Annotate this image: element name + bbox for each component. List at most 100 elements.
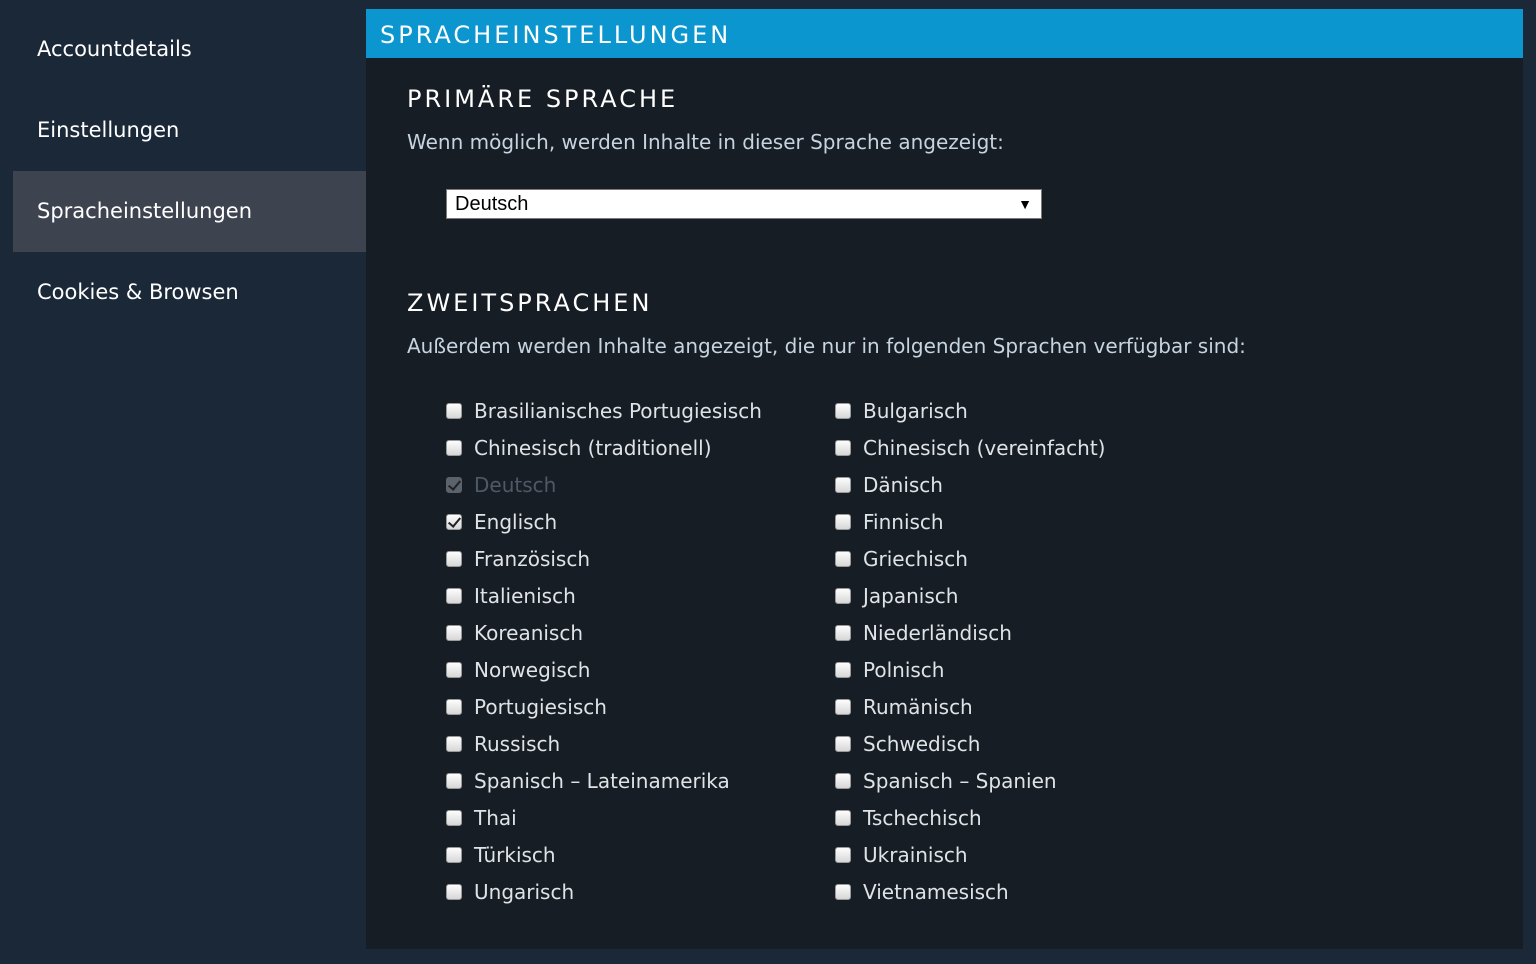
checkbox-icon[interactable] — [835, 698, 851, 715]
language-checkbox-row[interactable]: Dänisch — [835, 466, 1105, 503]
secondary-languages-left-column: Brasilianisches Portugiesisch Chinesisch … — [446, 392, 762, 910]
checkbox-icon[interactable] — [835, 476, 851, 493]
language-checkbox-row[interactable]: Thai — [446, 799, 762, 836]
checkbox-icon[interactable] — [446, 772, 462, 789]
language-label: Portugiesisch — [474, 694, 607, 719]
language-label: Spanisch – Lateinamerika — [474, 768, 730, 793]
checkbox-icon[interactable] — [446, 439, 462, 456]
language-checkbox-row[interactable]: Russisch — [446, 725, 762, 762]
checkbox-icon[interactable] — [446, 809, 462, 826]
language-checkbox-row[interactable]: Tschechisch — [835, 799, 1105, 836]
language-checkbox-row[interactable]: Ukrainisch — [835, 836, 1105, 873]
primary-language-description: Wenn möglich, werden Inhalte in dieser S… — [407, 130, 1004, 154]
language-label: Niederländisch — [863, 620, 1012, 645]
sidebar-item-einstellungen[interactable]: Einstellungen — [13, 90, 366, 171]
language-label: Dänisch — [863, 472, 943, 497]
checkbox-icon[interactable] — [446, 550, 462, 567]
language-checkbox-row[interactable]: Bulgarisch — [835, 392, 1105, 429]
language-checkbox-row[interactable]: Chinesisch (vereinfacht) — [835, 429, 1105, 466]
checkbox-icon[interactable] — [835, 624, 851, 641]
language-label: Schwedisch — [863, 731, 981, 756]
secondary-languages-right-column: Bulgarisch Chinesisch (vereinfacht) Dänisc… — [835, 392, 1105, 910]
language-label: Deutsch — [474, 472, 557, 497]
language-checkbox-row[interactable]: Türkisch — [446, 836, 762, 873]
language-checkbox-row[interactable]: Norwegisch — [446, 651, 762, 688]
language-checkbox-row[interactable]: Spanisch – Spanien — [835, 762, 1105, 799]
language-label: Italienisch — [474, 583, 576, 608]
language-label: Griechisch — [863, 546, 968, 571]
language-label: Japanisch — [863, 583, 959, 608]
language-checkbox-row: Deutsch — [446, 466, 762, 503]
checkbox-icon[interactable] — [446, 735, 462, 752]
primary-language-title: PRIMÄRE SPRACHE — [407, 85, 679, 113]
language-checkbox-row[interactable]: Vietnamesisch — [835, 873, 1105, 910]
language-label: Ukrainisch — [863, 842, 968, 867]
language-label: Thai — [474, 805, 517, 830]
sidebar-item-spracheinstellungen[interactable]: Spracheinstellungen — [13, 171, 366, 252]
language-settings-panel: SPRACHEINSTELLUNGEN PRIMÄRE SPRACHE Wenn… — [366, 9, 1523, 949]
language-checkbox-row[interactable]: Koreanisch — [446, 614, 762, 651]
language-label: Russisch — [474, 731, 561, 756]
primary-language-select[interactable]: Deutsch ▼ — [446, 189, 1042, 219]
checkbox-checked-icon[interactable] — [446, 513, 462, 530]
sidebar-item-cookies-browsen[interactable]: Cookies & Browsen — [13, 252, 366, 333]
checkbox-icon[interactable] — [835, 883, 851, 900]
language-checkbox-row[interactable]: Griechisch — [835, 540, 1105, 577]
secondary-languages-description: Außerdem werden Inhalte angezeigt, die n… — [407, 334, 1246, 358]
checkbox-icon[interactable] — [446, 846, 462, 863]
language-checkbox-row[interactable]: Chinesisch (traditionell) — [446, 429, 762, 466]
language-label: Spanisch – Spanien — [863, 768, 1057, 793]
checkbox-icon[interactable] — [835, 735, 851, 752]
language-label: Französisch — [474, 546, 591, 571]
checkbox-icon[interactable] — [446, 883, 462, 900]
language-label: Brasilianisches Portugiesisch — [474, 398, 762, 423]
checkbox-icon[interactable] — [446, 624, 462, 641]
checkbox-icon[interactable] — [835, 587, 851, 604]
dropdown-arrow-icon: ▼ — [1018, 196, 1032, 212]
language-label: Finnisch — [863, 509, 944, 534]
checkbox-checked-icon — [446, 476, 462, 493]
language-checkbox-row[interactable]: Englisch — [446, 503, 762, 540]
language-checkbox-row[interactable]: Spanisch – Lateinamerika — [446, 762, 762, 799]
language-label: Chinesisch (vereinfacht) — [863, 435, 1106, 460]
checkbox-icon[interactable] — [835, 550, 851, 567]
primary-language-selected-value: Deutsch — [455, 193, 529, 215]
checkbox-icon[interactable] — [835, 772, 851, 789]
checkbox-icon[interactable] — [835, 846, 851, 863]
checkbox-icon[interactable] — [446, 698, 462, 715]
language-checkbox-row[interactable]: Brasilianisches Portugiesisch — [446, 392, 762, 429]
panel-title: SPRACHEINSTELLUNGEN — [366, 9, 1523, 58]
checkbox-icon[interactable] — [835, 402, 851, 419]
checkbox-icon[interactable] — [835, 439, 851, 456]
secondary-languages-title: ZWEITSPRACHEN — [407, 289, 653, 317]
language-label: Chinesisch (traditionell) — [474, 435, 712, 460]
language-label: Koreanisch — [474, 620, 584, 645]
checkbox-icon[interactable] — [446, 587, 462, 604]
language-label: Norwegisch — [474, 657, 591, 682]
language-label: Englisch — [474, 509, 558, 534]
language-label: Rumänisch — [863, 694, 973, 719]
language-checkbox-row[interactable]: Niederländisch — [835, 614, 1105, 651]
checkbox-icon[interactable] — [835, 809, 851, 826]
checkbox-icon[interactable] — [446, 661, 462, 678]
language-label: Tschechisch — [863, 805, 982, 830]
language-checkbox-row[interactable]: Rumänisch — [835, 688, 1105, 725]
language-label: Bulgarisch — [863, 398, 968, 423]
language-label: Polnisch — [863, 657, 945, 682]
language-checkbox-row[interactable]: Portugiesisch — [446, 688, 762, 725]
language-label: Vietnamesisch — [863, 879, 1009, 904]
checkbox-icon[interactable] — [835, 661, 851, 678]
checkbox-icon[interactable] — [835, 513, 851, 530]
sidebar-item-accountdetails[interactable]: Accountdetails — [13, 9, 366, 90]
sidebar: Accountdetails Einstellungen Spracheinst… — [13, 9, 366, 333]
language-label: Ungarisch — [474, 879, 575, 904]
language-label: Türkisch — [474, 842, 556, 867]
language-checkbox-row[interactable]: Schwedisch — [835, 725, 1105, 762]
language-checkbox-row[interactable]: Ungarisch — [446, 873, 762, 910]
checkbox-icon[interactable] — [446, 402, 462, 419]
language-checkbox-row[interactable]: Italienisch — [446, 577, 762, 614]
language-checkbox-row[interactable]: Französisch — [446, 540, 762, 577]
language-checkbox-row[interactable]: Finnisch — [835, 503, 1105, 540]
language-checkbox-row[interactable]: Japanisch — [835, 577, 1105, 614]
language-checkbox-row[interactable]: Polnisch — [835, 651, 1105, 688]
